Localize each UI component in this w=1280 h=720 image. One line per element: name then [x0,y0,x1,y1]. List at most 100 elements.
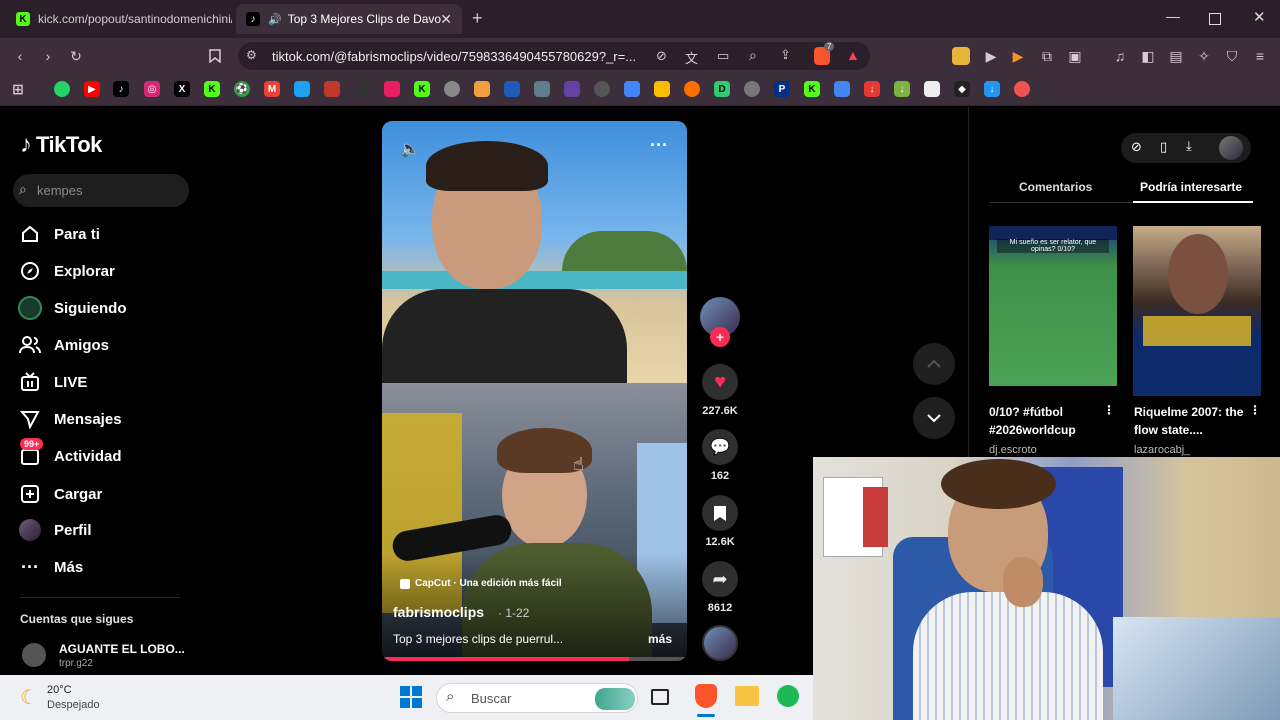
close-window-icon[interactable]: ✕ [1253,8,1266,26]
tiktok-logo[interactable]: ♪ TikTok [20,131,102,159]
sidebar-item-mas[interactable]: ··· Más [18,553,83,581]
sidebar-item-actividad[interactable]: 99+ Actividad [18,438,122,470]
maximize-icon[interactable] [1209,13,1221,25]
bookmark-gray-icon[interactable] [444,81,460,97]
music-disc-icon[interactable] [702,625,738,661]
bookmark-dropbox-icon[interactable] [504,81,520,97]
save-button[interactable]: 12.6K [700,495,740,548]
sidebar-item-amigos[interactable]: Amigos [18,331,109,359]
next-video-button[interactable] [913,397,955,439]
compass-small-icon[interactable]: ⊘ [1131,139,1142,155]
share-icon[interactable]: ⇪ [780,47,791,63]
close-tab-icon[interactable]: ✕ [440,11,452,28]
whatsapp-icon[interactable] [54,81,70,97]
download-blue-icon[interactable]: ↓ [984,81,1000,97]
bookmark-orange-icon[interactable] [474,81,490,97]
new-tab-button[interactable]: + [472,8,483,29]
follow-plus-icon[interactable]: + [710,327,730,347]
leo-ai-icon[interactable]: ✧ [1194,46,1214,66]
recommended-card-thumb[interactable]: Mi sueño es ser relator, que opinas? 0/1… [989,226,1117,386]
task-view-icon[interactable] [651,689,669,705]
instagram-icon[interactable]: ◎ [144,81,160,97]
chart-icon[interactable] [324,81,340,97]
sidebar-item-siguiendo[interactable]: Siguiendo [18,294,127,322]
comment-button[interactable]: 💬 162 [700,429,740,482]
bookmark-blue-icon[interactable] [294,81,310,97]
file-explorer-icon[interactable] [735,686,759,706]
tab-podria-interesarte[interactable]: Podría interesarte [1140,180,1242,194]
media-icon[interactable]: ▣ [1065,46,1085,66]
search-input[interactable]: ⌕ kempes [13,174,189,207]
sidebar-toggle-icon[interactable]: ◧ [1138,46,1158,66]
install-app-icon[interactable]: ▭ [717,48,729,64]
kick-icon-3[interactable]: K [804,81,820,97]
spotify-icon[interactable] [777,685,799,707]
vpn-shield-icon[interactable]: ⛉ [1222,46,1242,66]
tiktok-icon[interactable]: ♪ [113,81,129,97]
sidebar-item-live[interactable]: LIVE [18,368,87,396]
sidebar-item-para-ti[interactable]: Para ti [18,220,100,248]
windows-start-icon[interactable] [400,686,422,708]
bookmark-doc-icon[interactable] [924,81,940,97]
sidebar-item-explorar[interactable]: Explorar [18,257,115,285]
forward-icon[interactable]: › [38,46,58,66]
taskbar-search[interactable]: ⌕ Buscar [436,683,638,713]
bookmark-chrome-icon[interactable] [594,81,610,97]
download-icon[interactable]: ⤓ [1186,138,1192,154]
apps-grid-icon[interactable]: ⊞ [10,81,26,97]
brave-rewards-icon[interactable]: ▲ [846,47,860,63]
share-button[interactable]: ➦ 8612 [700,561,740,614]
previous-video-button[interactable] [913,343,955,385]
like-button[interactable]: ♥ 227.6K [700,364,740,417]
speaker-icon[interactable]: 🔊 [268,13,282,26]
github-icon[interactable] [354,81,370,97]
x-icon[interactable]: X [174,81,190,97]
more-button[interactable]: más [648,632,672,646]
following-avatar[interactable] [22,643,46,667]
url-text[interactable]: tiktok.com/@fabrismoclips/video/75983364… [272,49,642,64]
translate-icon[interactable]: 文 [685,48,698,67]
card-more-icon[interactable]: ⋮ [1103,403,1115,417]
bookmark-steam-icon[interactable] [534,81,550,97]
weather-temp[interactable]: 20°C [47,684,72,696]
zoom-icon[interactable]: ⌕ [749,47,757,64]
download-red-icon[interactable]: ↓ [864,81,880,97]
orange-play-icon[interactable]: ▶ [1008,46,1028,66]
youtube-icon[interactable]: ▶ [84,81,100,97]
brave-browser-icon[interactable] [695,684,717,708]
bookmark-diamond-icon[interactable]: ◆ [954,81,970,97]
following-name[interactable]: AGUANTE EL LOBO... [59,642,185,656]
twitch-icon[interactable] [564,81,580,97]
more-options-icon[interactable]: ··· [650,135,668,156]
site-settings-icon[interactable]: ⚙ [246,48,257,62]
tab-comentarios[interactable]: Comentarios [1019,180,1092,194]
google-docs-icon-2[interactable] [834,81,850,97]
soccer-icon[interactable]: ⚽ [234,81,250,97]
wallet-icon[interactable]: ▤ [1166,46,1186,66]
effect-label[interactable]: CapCut · Una edición más fácil [400,578,562,589]
reader-off-icon[interactable]: ⊘ [656,48,667,64]
card-title[interactable]: Riquelme 2007: the flow state.... [1134,403,1246,439]
play-extension-icon[interactable]: ▶ [981,46,1001,66]
volume-icon[interactable]: 🔈 [400,139,420,159]
card-more-icon[interactable]: ⋮ [1249,403,1261,417]
extension-wallet-icon[interactable] [952,47,970,65]
sidebar-item-mensajes[interactable]: Mensajes [18,405,122,433]
google-docs-icon[interactable] [624,81,640,97]
address-bar[interactable]: ⚙ tiktok.com/@fabrismoclips/video/759833… [238,42,870,70]
sidebar-item-perfil[interactable]: Perfil [18,516,92,544]
weather-moon-icon[interactable]: ☾ [20,685,38,710]
download-green-icon[interactable]: ↓ [894,81,910,97]
video-author[interactable]: fabrismoclips [393,604,484,620]
user-avatar[interactable] [1219,136,1243,160]
kick-icon-2[interactable]: K [414,81,430,97]
creator-avatar[interactable]: + [700,297,740,347]
music-note-icon[interactable]: ♫ [1110,46,1130,66]
back-icon[interactable]: ‹ [10,46,30,66]
bookmark-orange-dot-icon[interactable] [684,81,700,97]
bookmark-globe-icon[interactable] [744,81,760,97]
reload-icon[interactable]: ↻ [66,46,86,66]
minimize-icon[interactable]: — [1166,8,1180,24]
video-player[interactable]: 🔈 ··· CapCut · Una edición más fácil fab… [382,121,687,661]
progress-bar[interactable] [382,657,687,661]
